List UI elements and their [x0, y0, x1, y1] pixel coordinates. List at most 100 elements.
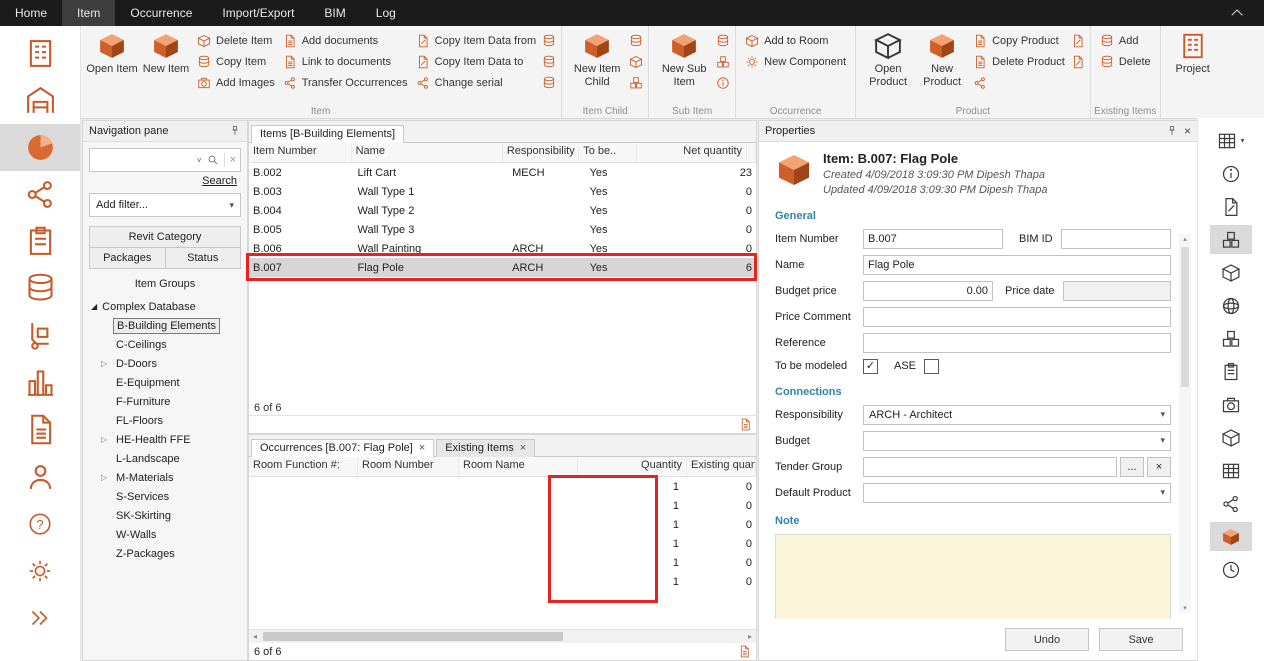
- price-date-field[interactable]: [1063, 281, 1171, 301]
- column-net-quantity[interactable]: Net quantity: [637, 143, 747, 162]
- table-row[interactable]: 10: [249, 534, 756, 553]
- item-child-icon-1[interactable]: [629, 34, 643, 48]
- calculation-panel-icon[interactable]: [1210, 456, 1252, 485]
- item-child-icon-3[interactable]: [629, 76, 643, 90]
- rooms-icon[interactable]: [0, 77, 80, 124]
- table-row[interactable]: B.003Wall Type 1Yes0: [249, 182, 756, 201]
- close-tab-icon[interactable]: ×: [419, 442, 425, 454]
- tree-item-he-health-ffe[interactable]: ▷HE-Health FFE: [91, 430, 247, 449]
- tree-item-m-materials[interactable]: ▷M-Materials: [91, 468, 247, 487]
- linked-product-panel-icon[interactable]: [1210, 489, 1252, 518]
- sub-item-icon-3[interactable]: [716, 76, 730, 90]
- project-button[interactable]: Project: [1166, 29, 1220, 78]
- item-cube-panel-icon[interactable]: [1210, 522, 1252, 551]
- table-row[interactable]: B.004Wall Type 2Yes0: [249, 201, 756, 220]
- occurrences-panel-icon[interactable]: [1210, 225, 1252, 254]
- search-link[interactable]: Search: [202, 175, 237, 187]
- products-panel-icon[interactable]: [1210, 324, 1252, 353]
- tab-log[interactable]: Log: [361, 0, 411, 26]
- pin-icon[interactable]: [229, 125, 241, 137]
- add-to-room-button[interactable]: Add to Room: [745, 34, 846, 48]
- table-view-icon[interactable]: ▾: [1210, 126, 1252, 155]
- save-button[interactable]: Save: [1099, 628, 1183, 651]
- copy-item-data-from-button[interactable]: Copy Item Data from: [416, 34, 536, 48]
- note-field[interactable]: [775, 534, 1171, 619]
- add-images-button[interactable]: Add Images: [197, 76, 275, 90]
- settings-gear-icon[interactable]: [0, 547, 80, 594]
- product-extra-icon-1[interactable]: [1071, 34, 1085, 48]
- column-quantity[interactable]: Quantity: [578, 457, 687, 476]
- column-to-be[interactable]: To be..: [579, 143, 637, 162]
- info-panel-icon[interactable]: [1210, 159, 1252, 188]
- tab-occurrences[interactable]: Occurrences [B.007: Flag Pole] ×: [251, 439, 434, 457]
- reference-field[interactable]: [863, 333, 1171, 353]
- project-model-icon[interactable]: [0, 30, 80, 77]
- tree-item-l-landscape[interactable]: L-Landscape: [91, 449, 247, 468]
- product-share-button[interactable]: [973, 76, 1065, 90]
- report-icon[interactable]: [738, 645, 751, 658]
- nav-tab-packages[interactable]: Packages: [90, 248, 166, 268]
- price-comment-field[interactable]: [863, 307, 1171, 327]
- item-child-icon-2[interactable]: [629, 55, 643, 69]
- budget-select[interactable]: ▾: [863, 431, 1171, 451]
- column-room-name[interactable]: Room Name: [459, 457, 578, 476]
- nav-tab-status[interactable]: Status: [166, 248, 241, 268]
- tree-expanded-icon[interactable]: ◢: [91, 302, 97, 311]
- org-icon[interactable]: [0, 453, 80, 500]
- finance-icon[interactable]: [0, 265, 80, 312]
- edit-form-icon[interactable]: [1210, 192, 1252, 221]
- items-icon[interactable]: [0, 124, 80, 171]
- bim-3d-icon[interactable]: [1210, 258, 1252, 287]
- new-item-child-button[interactable]: New Item Child: [567, 29, 627, 90]
- table-row[interactable]: 10: [249, 477, 756, 496]
- tab-import-export[interactable]: Import/Export: [207, 0, 309, 26]
- column-item-number[interactable]: Item Number: [249, 143, 352, 162]
- add-documents-button[interactable]: Add documents: [283, 34, 408, 48]
- tree-item-c-ceilings[interactable]: C-Ceilings: [91, 335, 247, 354]
- pin-icon[interactable]: [1166, 125, 1178, 137]
- scrollbar-thumb[interactable]: [1181, 247, 1189, 387]
- sub-item-icon-1[interactable]: [716, 34, 730, 48]
- tab-existing-items[interactable]: Existing Items ×: [436, 439, 535, 457]
- tree-collapsed-icon[interactable]: ▷: [101, 359, 109, 368]
- scroll-up-icon[interactable]: ▴: [1183, 234, 1187, 244]
- existing-add-button[interactable]: Add: [1100, 34, 1151, 48]
- item-database-icon-1[interactable]: [542, 34, 556, 48]
- product-extra-icon-2[interactable]: [1071, 55, 1085, 69]
- reports-icon[interactable]: [0, 406, 80, 453]
- nav-tab-revit-category[interactable]: Revit Category: [90, 227, 240, 248]
- tree-item-s-services[interactable]: S-Services: [91, 487, 247, 506]
- open-item-button[interactable]: Open Item: [85, 29, 139, 78]
- name-field[interactable]: [863, 255, 1171, 275]
- collapse-ribbon-button[interactable]: [1210, 0, 1264, 26]
- table-row[interactable]: B.006Wall PaintingARCHYes0: [249, 239, 756, 258]
- search-icon[interactable]: [207, 154, 219, 166]
- item-database-icon-3[interactable]: [542, 76, 556, 90]
- table-row[interactable]: 10: [249, 496, 756, 515]
- logistics-icon[interactable]: [0, 312, 80, 359]
- ase-checkbox[interactable]: [924, 359, 939, 374]
- tab-item[interactable]: Item: [62, 0, 115, 26]
- link-to-documents-button[interactable]: Link to documents: [283, 55, 408, 69]
- add-filter-dropdown[interactable]: Add filter... ▾: [89, 193, 241, 217]
- tab-occurrence[interactable]: Occurrence: [115, 0, 207, 26]
- default-product-select[interactable]: ▾: [863, 483, 1171, 503]
- tree-item-w-walls[interactable]: W-Walls: [91, 525, 247, 544]
- open-product-button[interactable]: Open Product: [861, 29, 915, 90]
- tree-item-f-furniture[interactable]: F-Furniture: [91, 392, 247, 411]
- new-item-button[interactable]: New Item: [139, 29, 193, 78]
- buildings-chart-icon[interactable]: [0, 359, 80, 406]
- tender-group-clear-button[interactable]: ×: [1147, 457, 1171, 477]
- copy-item-button[interactable]: Copy Item: [197, 55, 275, 69]
- column-name[interactable]: Name: [352, 143, 503, 162]
- existing-delete-button[interactable]: Delete: [1100, 55, 1151, 69]
- table-row[interactable]: 10: [249, 572, 756, 591]
- copy-product-button[interactable]: Copy Product: [973, 34, 1065, 48]
- tab-home[interactable]: Home: [0, 0, 62, 26]
- change-serial-button[interactable]: Change serial: [416, 76, 536, 90]
- transfer-occurrences-button[interactable]: Transfer Occurrences: [283, 76, 408, 90]
- clipboard-panel-icon[interactable]: [1210, 357, 1252, 386]
- copy-item-data-to-button[interactable]: Copy Item Data to: [416, 55, 536, 69]
- scrollbar-thumb[interactable]: [263, 632, 563, 641]
- undo-button[interactable]: Undo: [1005, 628, 1089, 651]
